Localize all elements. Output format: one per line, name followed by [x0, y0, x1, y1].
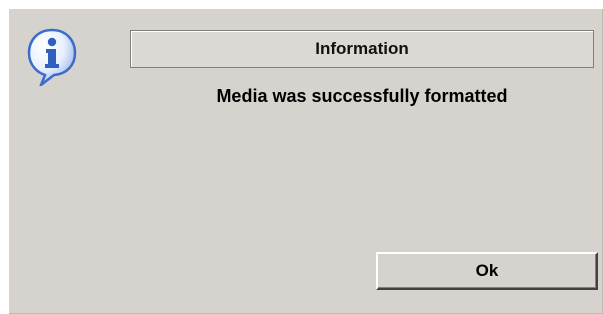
information-dialog: Information Media was successfully forma…: [9, 9, 603, 314]
dialog-title: Information: [130, 30, 594, 68]
info-icon: [27, 28, 77, 86]
dialog-message: Media was successfully formatted: [216, 86, 508, 106]
ok-button[interactable]: Ok: [376, 252, 598, 290]
